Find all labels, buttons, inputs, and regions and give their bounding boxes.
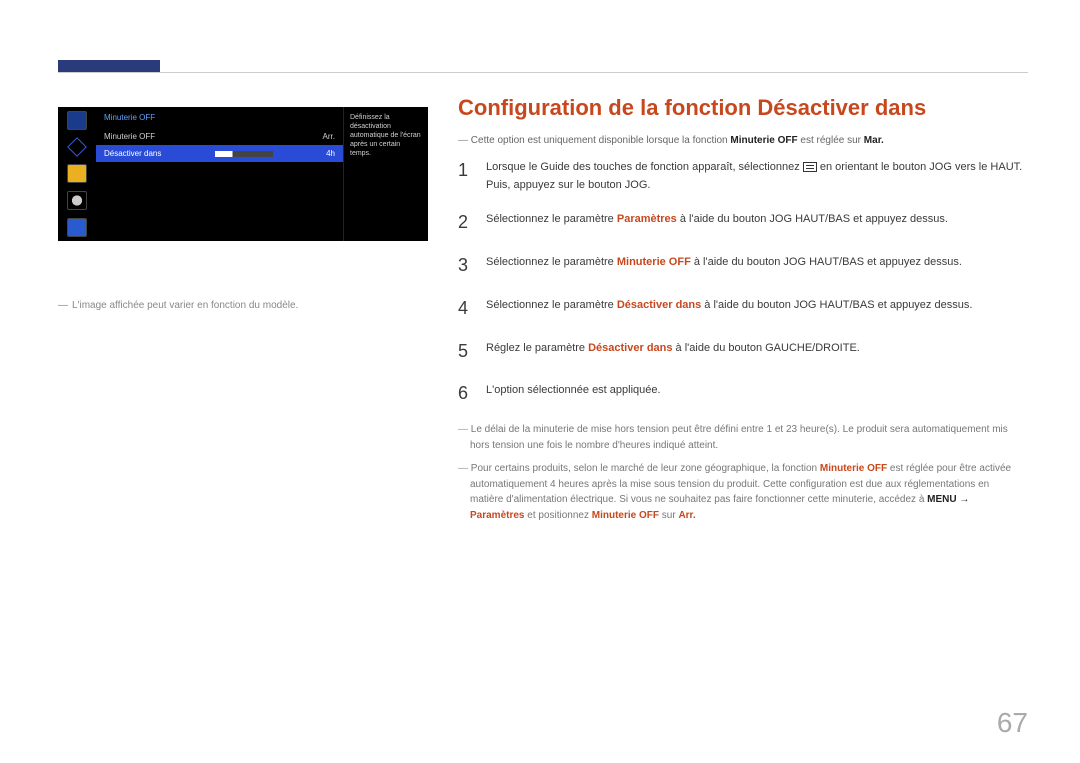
step-3: 3 Sélectionnez le paramètre Minuterie OF… [458,251,1025,280]
monitor-icon [67,111,87,130]
osd-main: Minuterie OFF Minuterie OFF Arr. Désacti… [96,107,428,241]
osd-slider-bar [215,151,273,157]
info-icon [67,218,87,237]
footnote-2: Pour certains produits, selon le marché … [470,461,1025,523]
page-title: Configuration de la fonction Désactiver … [458,95,1025,121]
step-4: 4 Sélectionnez le paramètre Désactiver d… [458,294,1025,323]
header-accent-bar [58,60,160,72]
osd-row-desactiver: Désactiver dans 4h [96,145,343,162]
diamond-icon [67,137,87,157]
osd-screenshot: Minuterie OFF Minuterie OFF Arr. Désacti… [58,107,428,241]
osd-row-minuterie: Minuterie OFF Arr. [96,128,343,145]
page-number: 67 [997,707,1028,739]
steps-list: 1 Lorsque le Guide des touches de foncti… [458,156,1025,408]
osd-sidebar [58,107,96,241]
menu-icon [803,162,817,172]
step-1: 1 Lorsque le Guide des touches de foncti… [458,156,1025,194]
osd-description: Définissez la désactivation automatique … [344,107,428,241]
gear-icon [67,191,87,210]
step-5: 5 Réglez le paramètre Désactiver dans à … [458,337,1025,366]
header-divider [58,72,1028,73]
intro-note: Cette option est uniquement disponible l… [470,135,1025,146]
bars-icon [67,164,87,183]
step-2: 2 Sélectionnez le paramètre Paramètres à… [458,208,1025,237]
footnotes: Le délai de la minuterie de mise hors te… [458,422,1025,523]
osd-row-label: Minuterie OFF [104,132,155,141]
step-6: 6 L'option sélectionnée est appliquée. [458,379,1025,408]
footnote-1: Le délai de la minuterie de mise hors te… [470,422,1025,453]
main-content: Configuration de la fonction Désactiver … [458,95,1025,531]
osd-caption: ―L'image affichée peut varier en fonctio… [58,300,298,311]
osd-row-label: Désactiver dans [104,149,161,158]
osd-section-title: Minuterie OFF [96,107,343,128]
osd-list: Minuterie OFF Minuterie OFF Arr. Désacti… [96,107,344,241]
osd-row-value: Arr. [323,132,335,141]
osd-row-value: 4h [326,149,335,158]
